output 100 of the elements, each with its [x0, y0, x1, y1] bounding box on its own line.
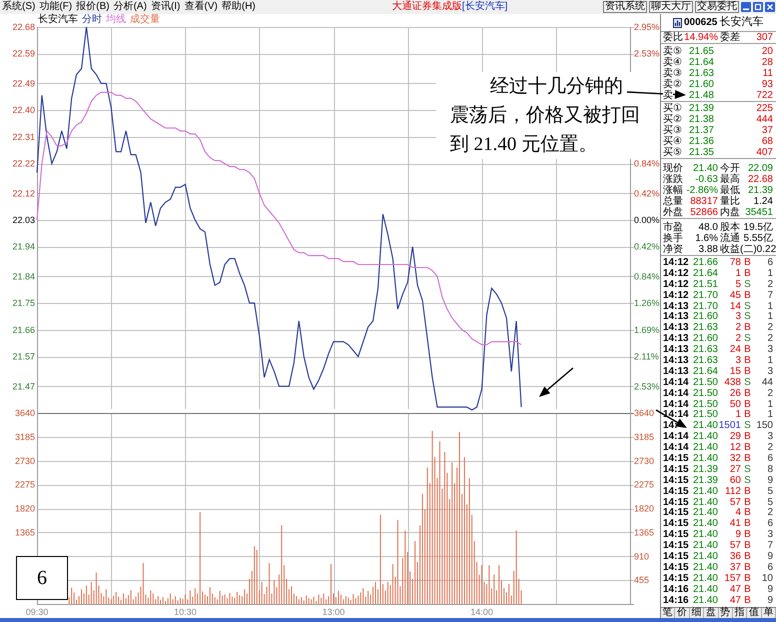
trade-time: 14:14: [663, 388, 690, 400]
axis-label: 2.53%: [634, 48, 660, 59]
trade-count: 6: [766, 562, 773, 574]
trade-price: 21.40: [692, 432, 718, 443]
axis-label: 0.42%: [634, 242, 660, 252]
trade-time: 14:13: [663, 345, 690, 356]
trade-count: 1: [766, 356, 773, 367]
trade-count: 6: [766, 454, 773, 465]
trade-volume: 15: [728, 366, 741, 378]
trade-volume: 36: [728, 552, 741, 563]
trade-volume: 37: [728, 562, 741, 574]
trade-price: 21.40: [692, 552, 718, 563]
axis-label: 910: [634, 551, 650, 562]
trade-side: B: [743, 519, 752, 530]
trade-volume: 112: [724, 486, 741, 498]
axis-label: 22.40: [12, 105, 35, 116]
trade-count: 6: [766, 519, 773, 530]
trade-price: 21.66: [692, 258, 718, 269]
stat-value: 48.0: [698, 222, 718, 233]
trade-side: B: [743, 574, 752, 585]
trade-side: B: [743, 498, 752, 508]
axis-label: 2.95%: [634, 22, 660, 32]
stat-label: 股本: [719, 222, 740, 233]
trade-side: B: [743, 400, 752, 410]
axis-label: 3640: [634, 408, 654, 418]
trade-volume: 2: [734, 323, 741, 334]
axis-label: 22.68: [12, 22, 35, 32]
quote-volume: 68: [760, 136, 773, 147]
quote-label: 买①: [663, 103, 682, 114]
quote-volume: 722: [755, 90, 773, 101]
trade-side: S: [743, 280, 752, 291]
trade-volume: 157: [723, 574, 741, 585]
stat-label: 流通: [719, 233, 740, 244]
trade-side: S: [743, 302, 752, 312]
trade-side: B: [743, 258, 752, 269]
stat-value: 22.68: [746, 174, 773, 185]
trade-time: 14:13: [663, 366, 690, 378]
stat-value: 307: [755, 32, 773, 43]
quote-label: 卖: [663, 90, 673, 101]
trade-side: B: [743, 323, 752, 334]
trade-time: 14:13: [663, 312, 690, 323]
trade-time: 14:12: [663, 268, 690, 280]
stock-code: 000625: [684, 17, 718, 28]
trade-side: B: [743, 345, 752, 356]
stat-label: 总量: [663, 196, 684, 207]
trade-count: 3: [766, 432, 773, 443]
trade-time: 14:16: [663, 584, 690, 596]
quote-price: 21.35: [688, 147, 714, 158]
axis-label: 21.66: [12, 324, 35, 335]
trade-volume: 47: [728, 584, 741, 596]
trade-side: B: [743, 410, 752, 421]
trade-time: 14:15: [663, 519, 690, 530]
stat-label: 今开: [719, 163, 741, 174]
axis-label: 22.31: [12, 132, 35, 142]
quote-price: 21.64: [688, 57, 714, 68]
axis-label: 22.59: [12, 48, 35, 59]
trade-time: 14:13: [663, 302, 690, 312]
quote-price: 21.48: [688, 90, 714, 101]
trade-volume: 26: [728, 388, 741, 400]
stat-label: 净资: [663, 244, 684, 255]
trade-time: 14:: [663, 421, 678, 432]
trade-volume: 29: [728, 432, 741, 443]
time-label: 13:00: [322, 607, 345, 617]
trade-side: B: [743, 486, 752, 498]
trade-side: S: [743, 378, 752, 389]
stat-label: 最低: [719, 185, 741, 196]
axis-label: 21.84: [12, 271, 35, 282]
trade-side: S: [743, 312, 752, 323]
trade-volume: 438: [723, 378, 741, 389]
trade-price: 21.64: [692, 366, 718, 378]
stat-label: 外盘: [663, 207, 684, 218]
quote-price: 21.37: [688, 125, 714, 136]
axis-label: 1365: [14, 527, 35, 538]
axis-label: 21.94: [12, 242, 35, 252]
trade-price: 21.40: [692, 498, 718, 508]
axis-label: 1820: [634, 504, 654, 514]
trade-side: B: [744, 596, 752, 607]
trade-time: 14:14: [663, 378, 690, 389]
trade-price: 21.50: [692, 388, 718, 400]
quote-label: 卖⑤: [663, 46, 682, 57]
trade-side: B: [743, 432, 752, 443]
trade-price: 21.40: [692, 584, 718, 596]
trade-time: 14:14: [663, 432, 690, 443]
quote-price: 21.60: [688, 79, 714, 90]
trade-price: 21.40: [692, 562, 718, 574]
trade-volume: 60: [728, 476, 741, 487]
legend-label: 均线: [106, 14, 126, 25]
axis-label: 21.75: [12, 298, 35, 308]
trade-side: S: [743, 334, 752, 345]
trade-volume: 78: [728, 258, 741, 269]
trade-volume: 12: [728, 443, 741, 454]
trade-time: 14:15: [663, 574, 690, 585]
axis-label: 3185: [634, 432, 654, 442]
trade-time: 14:12: [663, 280, 690, 291]
trade-side: B: [743, 290, 752, 302]
stat-label: 量比: [719, 196, 741, 207]
trade-count: 9: [766, 552, 773, 563]
trade-count: 2: [766, 508, 773, 519]
trade-time: 14:15: [663, 498, 690, 508]
trade-side: B: [743, 508, 752, 519]
